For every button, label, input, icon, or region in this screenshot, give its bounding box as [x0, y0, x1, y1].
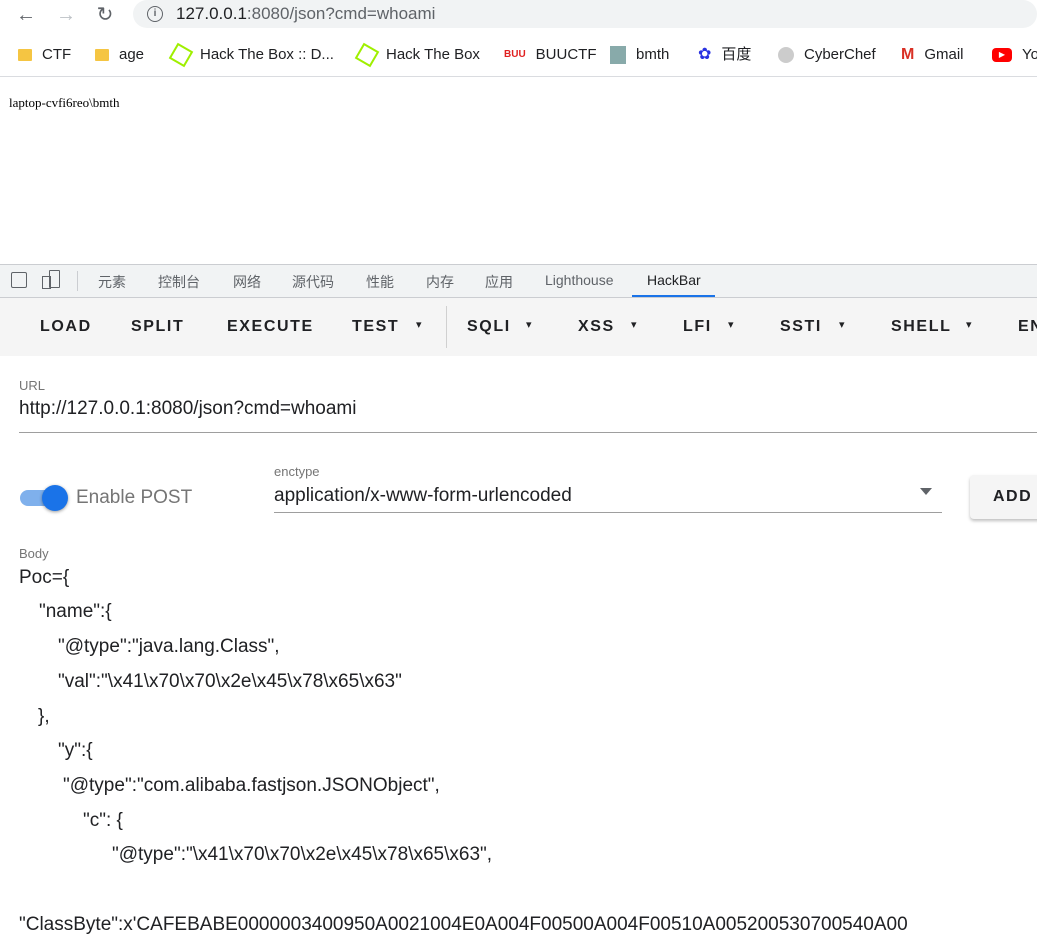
shell-menu-button[interactable]: SHELL	[891, 318, 951, 336]
body-line[interactable]: "name":{	[39, 601, 112, 623]
inspect-element-icon[interactable]	[11, 272, 27, 288]
baidu-icon: ✿	[698, 46, 712, 63]
cyberchef-icon	[778, 47, 794, 63]
chevron-down-icon: ▾	[526, 319, 532, 331]
tab-memory[interactable]: 内存	[426, 272, 454, 292]
bookmark-label: 百度	[721, 46, 752, 63]
tab-elements[interactable]: 元素	[98, 272, 126, 292]
load-button[interactable]: LOAD	[40, 318, 92, 336]
chevron-down-icon: ▾	[966, 319, 972, 331]
bookmark-gmail[interactable]: M Gmail	[901, 44, 964, 66]
forward-arrow-icon[interactable]: →	[53, 2, 79, 28]
body-line[interactable]: "@type":"com.alibaba.fastjson.JSONObject…	[63, 775, 440, 797]
hackthebox-icon	[168, 42, 194, 68]
bookmark-label: Hack The Box :: D...	[200, 46, 334, 63]
body-line[interactable]: "val":"\x41\x70\x70\x2e\x45\x78\x65\x63"	[58, 671, 402, 693]
reload-icon[interactable]: ↻	[92, 2, 118, 28]
avatar-icon	[610, 46, 626, 64]
toggle-thumb[interactable]	[42, 485, 68, 511]
body-line[interactable]: },	[38, 706, 50, 728]
gmail-icon: M	[901, 46, 915, 63]
youtube-icon: ▶	[992, 48, 1012, 62]
tab-network[interactable]: 网络	[233, 272, 261, 292]
body-line[interactable]: "ClassByte":x'CAFEBABE0000003400950A0021…	[19, 914, 908, 936]
chevron-down-icon: ▾	[839, 319, 845, 331]
encoding-menu-button[interactable]: EN	[1018, 318, 1037, 336]
bookmark-ctf[interactable]: CTF	[18, 44, 71, 66]
tab-application[interactable]: 应用	[485, 272, 513, 292]
sqli-menu-button[interactable]: SQLI	[467, 318, 511, 336]
devtools-tab-bar	[0, 265, 1037, 298]
toolbar-separator	[446, 306, 447, 348]
add-button-label: ADD	[993, 488, 1033, 505]
bookmark-buuctf[interactable]: BUU BUUCTF	[504, 44, 597, 66]
ssti-menu-button[interactable]: SSTI	[780, 318, 822, 336]
xss-menu-button[interactable]: XSS	[578, 318, 615, 336]
tab-console[interactable]: 控制台	[158, 272, 200, 292]
url-field-label: URL	[19, 378, 46, 393]
hackthebox-icon	[354, 42, 380, 68]
site-info-icon[interactable]: i	[147, 6, 163, 22]
url-input[interactable]: http://127.0.0.1:8080/json?cmd=whoami	[19, 398, 356, 420]
test-menu-button[interactable]: TEST	[352, 318, 399, 336]
dropdown-arrow-icon[interactable]	[920, 488, 932, 495]
tab-sources[interactable]: 源代码	[292, 272, 334, 292]
bookmark-hackthebox-dashboard[interactable]: Hack The Box :: D...	[168, 42, 334, 68]
bookmarks-divider	[0, 76, 1037, 77]
bookmark-youtube[interactable]: ▶ Yo	[992, 44, 1037, 66]
url-host: 127.0.0.1	[176, 4, 247, 23]
execute-button[interactable]: EXECUTE	[227, 318, 314, 336]
folder-icon	[95, 49, 109, 61]
split-button[interactable]: SPLIT	[131, 318, 184, 336]
enable-post-label: Enable POST	[76, 487, 193, 508]
body-line[interactable]: Poc={	[19, 567, 69, 589]
tab-hackbar[interactable]: HackBar	[647, 272, 701, 288]
url-input-underline	[19, 432, 1037, 433]
chevron-down-icon: ▾	[728, 319, 734, 331]
body-line[interactable]: "@type":"\x41\x70\x70\x2e\x45\x78\x65\x6…	[112, 844, 492, 866]
chevron-down-icon: ▾	[416, 319, 422, 331]
bookmark-label: BUUCTF	[535, 46, 597, 63]
bookmark-age[interactable]: age	[95, 44, 144, 66]
bookmark-label: CyberChef	[804, 46, 876, 63]
address-bar-url[interactable]: 127.0.0.1:8080/json?cmd=whoami	[176, 4, 435, 24]
enctype-underline	[274, 512, 942, 513]
buuctf-icon: BUU	[504, 49, 526, 60]
enctype-select[interactable]: application/x-www-form-urlencoded	[274, 485, 572, 507]
bookmark-cyberchef[interactable]: CyberChef	[778, 44, 876, 66]
bookmark-bmth[interactable]: bmth	[610, 44, 669, 66]
url-path: :8080/json?cmd=whoami	[246, 4, 436, 23]
folder-icon	[18, 49, 32, 61]
body-field-label: Body	[19, 546, 49, 561]
body-line[interactable]: "c": {	[83, 810, 123, 832]
active-tab-indicator	[632, 295, 715, 297]
enctype-label: enctype	[274, 464, 320, 479]
bookmark-label: age	[119, 46, 145, 63]
body-line[interactable]: "@type":"java.lang.Class",	[58, 636, 280, 658]
bookmark-baidu[interactable]: ✿ 百度	[698, 44, 751, 66]
bookmark-hackthebox[interactable]: Hack The Box	[354, 42, 480, 68]
lfi-menu-button[interactable]: LFI	[683, 318, 712, 336]
devtools-separator	[77, 271, 78, 291]
bookmark-label: Gmail	[924, 46, 964, 63]
device-toolbar-icon[interactable]	[42, 270, 60, 289]
bookmark-label: CTF	[42, 46, 72, 63]
back-arrow-icon[interactable]: ←	[13, 2, 39, 28]
bookmark-label: bmth	[636, 46, 670, 63]
tab-lighthouse[interactable]: Lighthouse	[545, 272, 614, 288]
bookmark-label: Hack The Box	[386, 46, 480, 63]
page-output-text: laptop-cvfi6reo\bmth	[9, 95, 120, 110]
bookmark-label: Yo	[1022, 46, 1037, 63]
chevron-down-icon: ▾	[631, 319, 637, 331]
tab-performance[interactable]: 性能	[366, 272, 394, 292]
body-line[interactable]: "y":{	[58, 740, 93, 762]
